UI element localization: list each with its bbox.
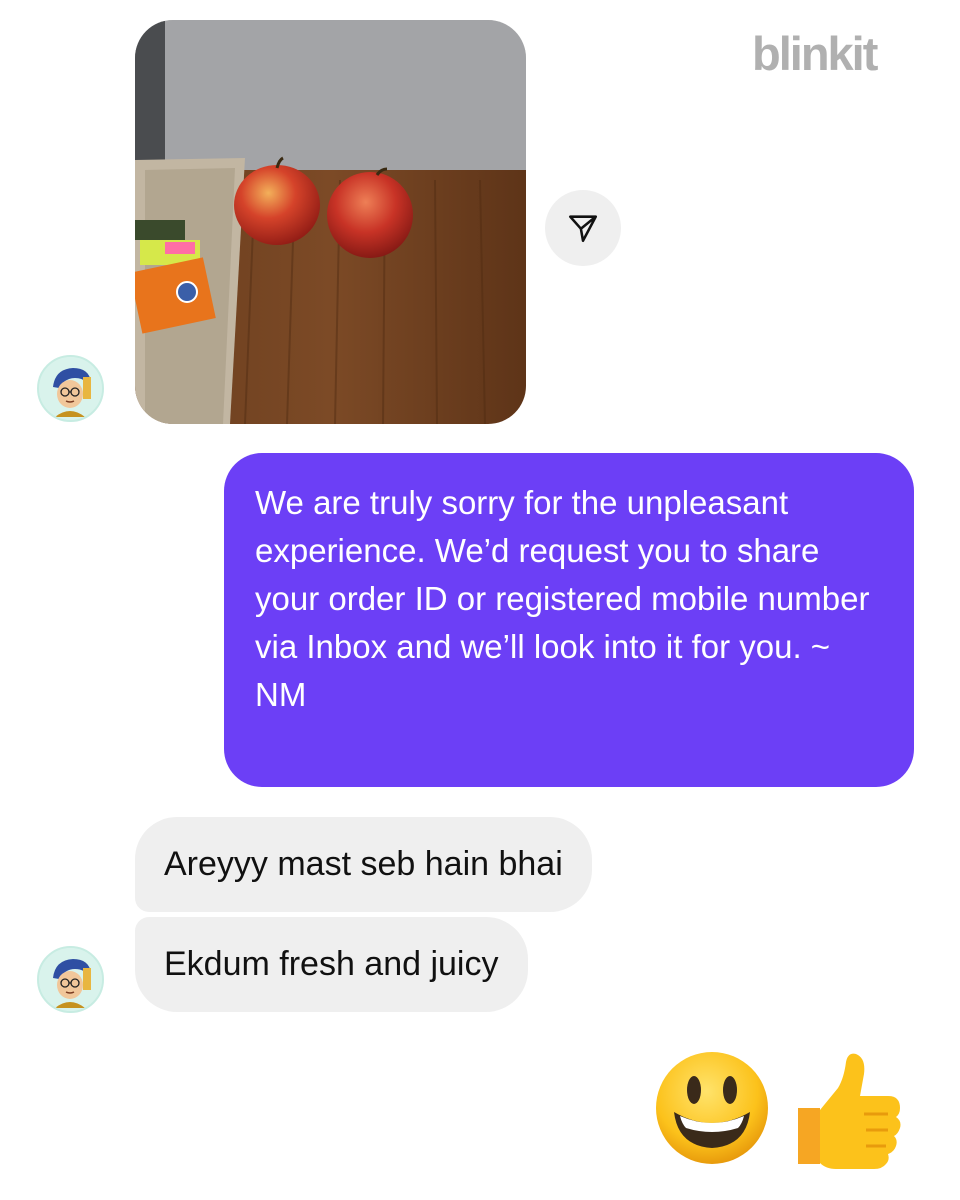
outgoing-message-bubble[interactable]: We are truly sorry for the unpleasant ex… xyxy=(224,453,914,787)
avatar-illustration xyxy=(39,948,102,1011)
incoming-message-text: Areyyy mast seb hain bhai xyxy=(164,845,563,883)
incoming-message-bubble[interactable]: Areyyy mast seb hain bhai xyxy=(135,817,592,912)
sender-avatar[interactable] xyxy=(37,355,104,422)
blinkit-watermark: blinkit xyxy=(752,27,878,80)
paper-plane-icon xyxy=(568,215,598,243)
thumbs-up-icon xyxy=(798,1053,901,1169)
sender-avatar[interactable] xyxy=(37,946,104,1013)
smiley-face-icon xyxy=(656,1052,768,1164)
smiley-emoji[interactable] xyxy=(654,1050,770,1171)
thumbs-up-emoji[interactable] xyxy=(786,1050,908,1177)
photo-message[interactable] xyxy=(135,20,526,424)
outgoing-message-text: We are truly sorry for the unpleasant ex… xyxy=(255,484,870,713)
share-button[interactable] xyxy=(545,190,621,266)
incoming-message-text: Ekdum fresh and juicy xyxy=(164,945,499,983)
apples-photo xyxy=(135,20,526,424)
incoming-message-bubble[interactable]: Ekdum fresh and juicy xyxy=(135,917,528,1012)
avatar-illustration xyxy=(39,357,102,420)
